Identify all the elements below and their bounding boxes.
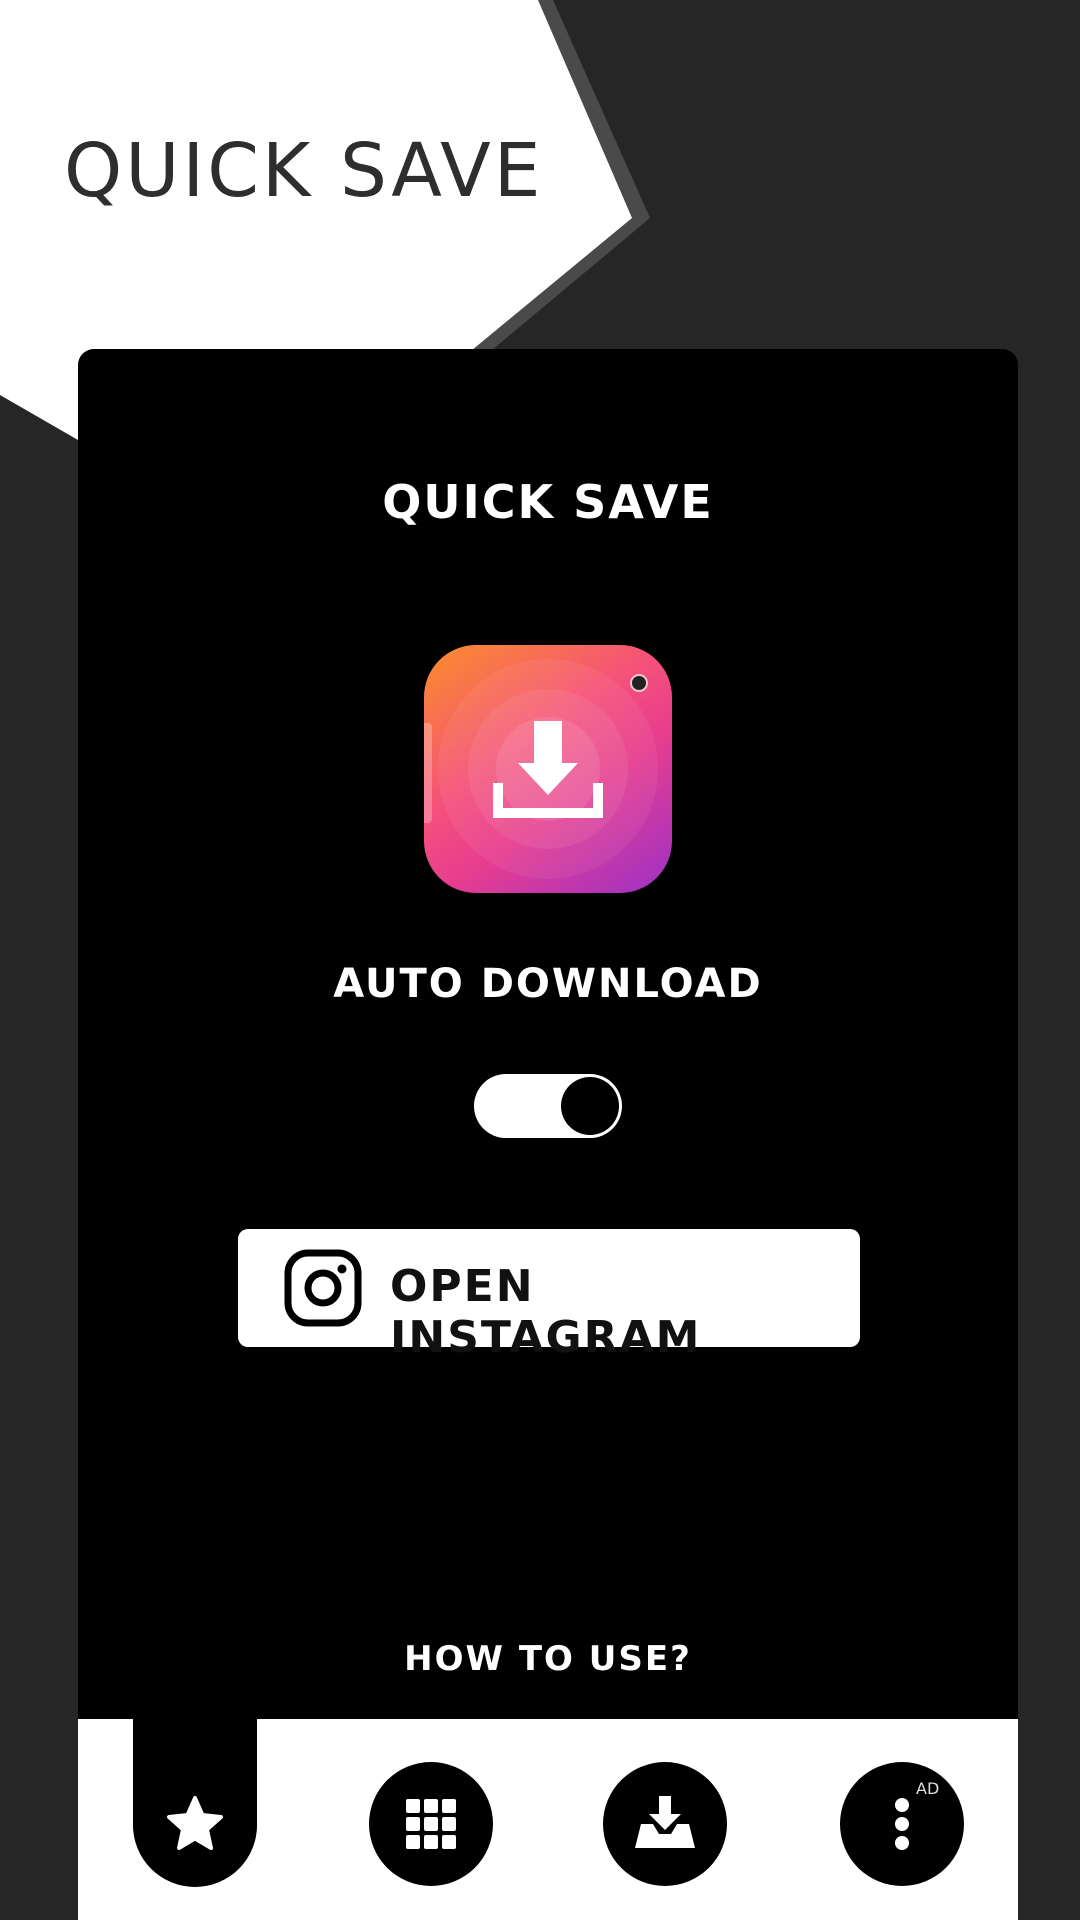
- card-title: QUICK SAVE: [382, 475, 714, 529]
- camera-dot-icon: [630, 674, 648, 692]
- download-tray-icon: [635, 1796, 695, 1848]
- open-instagram-button[interactable]: OPEN INSTAGRAM: [238, 1229, 860, 1363]
- download-icon: [493, 721, 603, 818]
- bottom-nav: AD: [78, 1719, 1018, 1920]
- auto-download-label: AUTO DOWNLOAD: [333, 961, 763, 1007]
- nav-gallery-button[interactable]: [369, 1762, 493, 1886]
- open-instagram-label: OPEN INSTAGRAM: [390, 1261, 702, 1363]
- more-vertical-icon: [895, 1798, 909, 1850]
- nav-favorites-button[interactable]: [133, 1762, 257, 1886]
- nav-downloads-button[interactable]: [603, 1762, 727, 1886]
- how-to-use-link[interactable]: HOW TO USE?: [78, 1639, 1018, 1679]
- app-logo: [424, 645, 672, 893]
- instagram-icon: [284, 1249, 362, 1327]
- star-icon: [167, 1796, 223, 1850]
- toggle-knob: [561, 1077, 619, 1135]
- nav-more-button[interactable]: [840, 1762, 964, 1886]
- grid-icon: [406, 1799, 456, 1849]
- ad-badge: AD: [916, 1779, 940, 1798]
- header-title: QUICK SAVE: [64, 128, 544, 214]
- auto-download-toggle[interactable]: [474, 1074, 622, 1138]
- main-card: QUICK SAVE AUTO DOWNLOAD OPEN INSTAGRAM …: [78, 349, 1018, 1920]
